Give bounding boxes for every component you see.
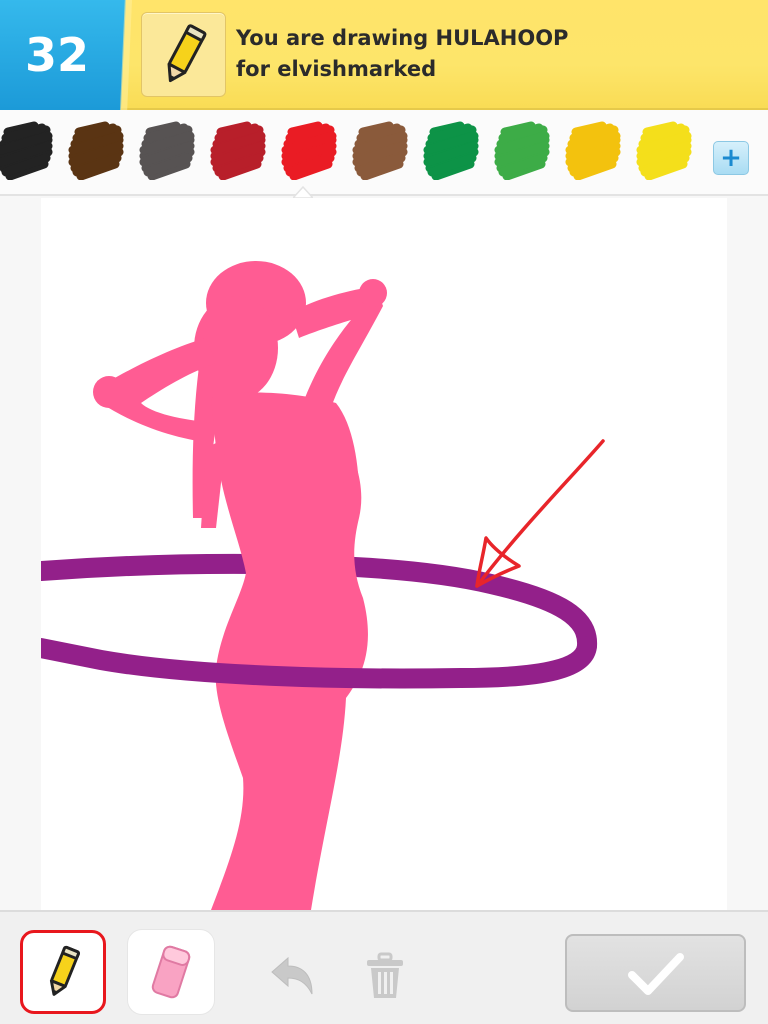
color-swatch[interactable]	[0, 118, 54, 181]
color-swatch[interactable]	[280, 118, 338, 181]
eraser-tool-button[interactable]	[128, 930, 214, 1014]
color-swatch[interactable]	[351, 118, 409, 181]
undo-button[interactable]	[264, 948, 320, 1004]
pencil-icon	[141, 12, 226, 97]
canvas-area	[0, 198, 768, 910]
color-swatch[interactable]	[564, 118, 622, 181]
draw-screen: 32 You are drawing HULAHOOP for elvishma…	[0, 0, 768, 1024]
drawing-recipient: for elvishmarked	[236, 57, 437, 81]
color-swatch[interactable]	[422, 118, 480, 181]
selected-color-pointer	[293, 186, 313, 198]
color-swatch[interactable]	[138, 118, 196, 181]
girl-silhouette	[93, 261, 387, 910]
clear-canvas-button[interactable]	[357, 948, 413, 1004]
add-color-button[interactable]: +	[713, 141, 749, 175]
score-value: 32	[24, 28, 89, 82]
red-arrow-annotation	[475, 439, 605, 588]
drawing-prompt: You are drawing HULAHOOP	[236, 26, 569, 50]
undo-icon	[271, 956, 313, 995]
color-swatch[interactable]	[493, 118, 551, 181]
done-button[interactable]	[565, 934, 746, 1012]
pencil-icon	[49, 945, 80, 996]
bottom-toolbar	[0, 910, 768, 1024]
checkmark-icon	[627, 953, 684, 995]
color-swatch[interactable]	[635, 118, 693, 181]
trash-icon	[367, 952, 403, 998]
header-bar: 32 You are drawing HULAHOOP for elvishma…	[0, 0, 768, 110]
drawing	[31, 261, 605, 910]
score-badge: 32	[0, 0, 126, 110]
color-swatch[interactable]	[67, 118, 125, 181]
plus-icon: +	[720, 143, 742, 173]
eraser-icon	[151, 945, 191, 999]
color-swatch[interactable]	[209, 118, 267, 181]
pencil-tool-button[interactable]	[20, 930, 106, 1014]
drawing-canvas[interactable]	[31, 198, 727, 910]
